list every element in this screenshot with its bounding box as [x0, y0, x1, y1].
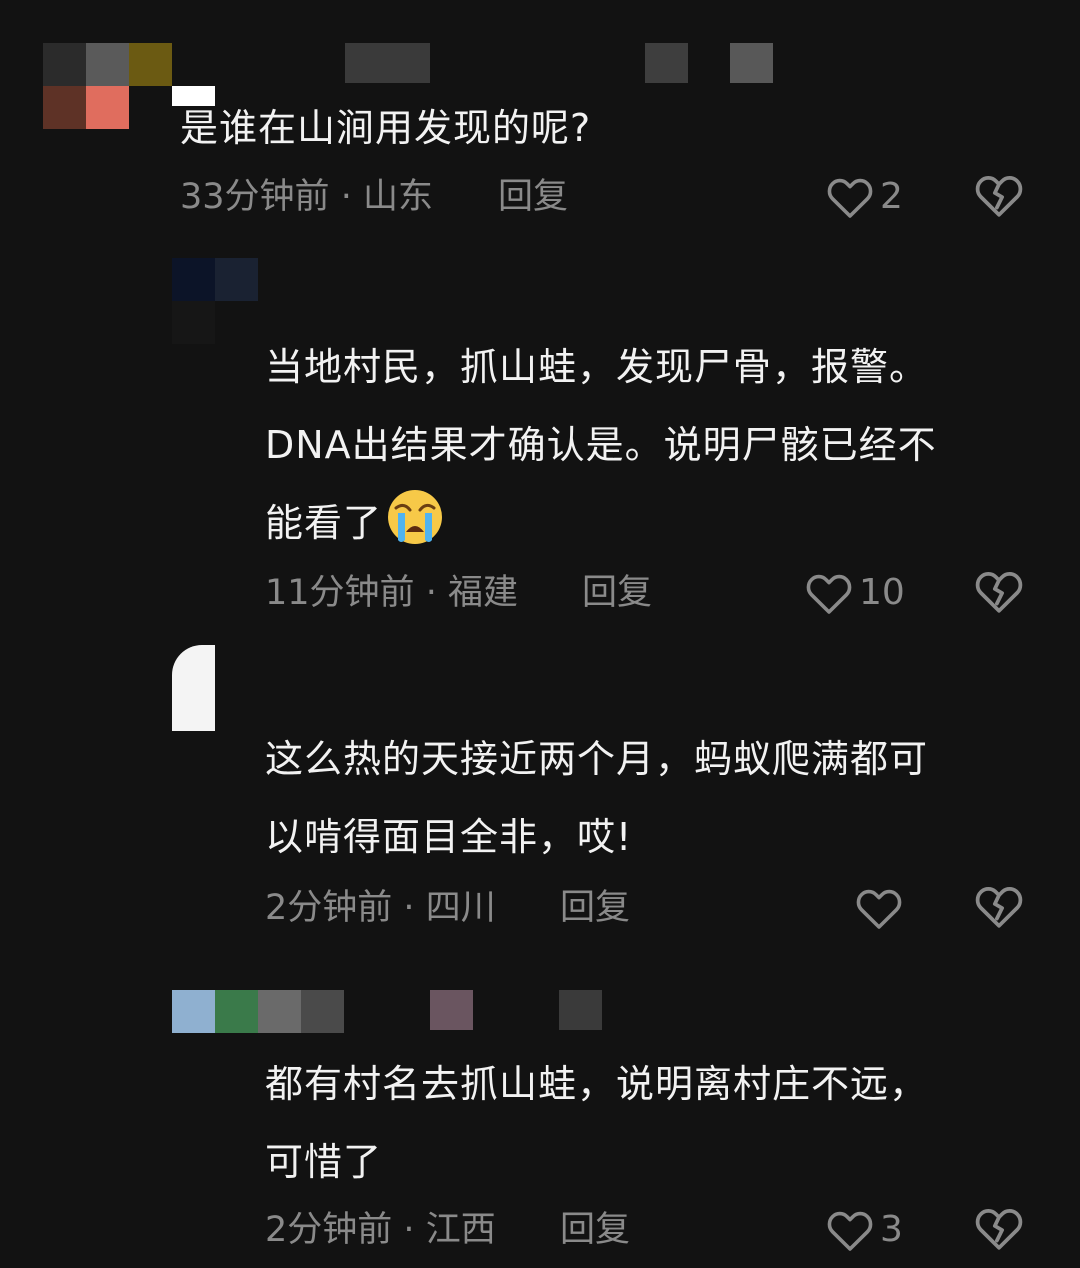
- broken-heart-icon: [974, 568, 1024, 614]
- reply-button[interactable]: 回复: [560, 1205, 630, 1255]
- comment-time: 33分钟前: [180, 177, 330, 217]
- comment-meta: 11分钟前 · 福建: [265, 568, 518, 618]
- heart-outline-icon: [855, 886, 903, 930]
- meta-separator: ·: [403, 888, 415, 928]
- dislike-button[interactable]: [974, 1205, 1024, 1255]
- meta-separator: ·: [403, 1210, 415, 1250]
- heart-outline-icon: [805, 571, 853, 615]
- comment-item: 这么热的天接近两个月，蚂蚁爬满都可 以啃得面目全非，哎! 2分钟前 · 四川 回…: [0, 640, 1080, 940]
- meta-separator: ·: [425, 573, 437, 613]
- comment-screen: { "comments": [ { "text": "是谁在山涧用发现的呢?",…: [0, 0, 1080, 1268]
- dislike-button[interactable]: [974, 172, 1024, 222]
- comment-item: 当地村民，抓山蛙，发现尸骨，报警。 DNA出结果才确认是。说明尸骸已经不 能看了…: [0, 250, 1080, 630]
- reply-button[interactable]: 回复: [560, 883, 630, 933]
- username[interactable]: [430, 990, 605, 1030]
- comment-location: 山东: [362, 177, 433, 217]
- like-button[interactable]: 10: [805, 568, 905, 618]
- avatar[interactable]: [172, 990, 344, 1033]
- comment-time: 2分钟前: [265, 888, 393, 928]
- comment-text-body: 当地村民，抓山蛙，发现尸骨，报警。 DNA出结果才确认是。说明尸骸已经不 能看了: [265, 345, 937, 545]
- like-count: 2: [880, 176, 903, 217]
- crying-face-icon: [386, 488, 444, 546]
- meta-separator: ·: [340, 177, 352, 217]
- dislike-button[interactable]: [974, 568, 1024, 618]
- broken-heart-icon: [974, 1205, 1024, 1251]
- comment-meta: 2分钟前 · 江西: [265, 1205, 496, 1255]
- comment-item: 是谁在山涧用发现的呢? 33分钟前 · 山东 回复 2: [0, 0, 1080, 240]
- like-button[interactable]: 3: [826, 1205, 903, 1255]
- comment-location: 江西: [425, 1210, 496, 1250]
- comment-location: 四川: [425, 888, 496, 928]
- heart-outline-icon: [826, 175, 874, 219]
- avatar[interactable]: [172, 645, 215, 731]
- reply-button[interactable]: 回复: [582, 568, 652, 618]
- comment-location: 福建: [447, 573, 518, 613]
- like-button[interactable]: [855, 883, 909, 933]
- comment-time: 11分钟前: [265, 573, 415, 613]
- comment-time: 2分钟前: [265, 1210, 393, 1250]
- avatar[interactable]: [43, 43, 173, 129]
- comment-text: 都有村名去抓山蛙，说明离村庄不远， 可惜了: [265, 1062, 929, 1184]
- broken-heart-icon: [974, 883, 1024, 929]
- like-count: 10: [859, 572, 905, 613]
- avatar[interactable]: [172, 258, 258, 344]
- like-count: 3: [880, 1209, 903, 1250]
- comment-text: 这么热的天接近两个月，蚂蚁爬满都可 以啃得面目全非，哎!: [265, 737, 929, 859]
- like-button[interactable]: 2: [826, 172, 903, 222]
- reply-button[interactable]: 回复: [498, 172, 568, 222]
- comment-meta: 33分钟前 · 山东: [180, 172, 433, 222]
- comment-meta: 2分钟前 · 四川: [265, 883, 496, 933]
- heart-outline-icon: [826, 1208, 874, 1252]
- comment-text: 是谁在山涧用发现的呢?: [180, 106, 592, 150]
- comment-item: 都有村名去抓山蛙，说明离村庄不远， 可惜了 2分钟前 · 江西 回复 3: [0, 960, 1080, 1268]
- username[interactable]: [300, 43, 780, 83]
- broken-heart-icon: [974, 172, 1024, 218]
- dislike-button[interactable]: [974, 883, 1024, 933]
- comment-text: 当地村民，抓山蛙，发现尸骨，报警。 DNA出结果才确认是。说明尸骸已经不 能看了: [265, 328, 1065, 562]
